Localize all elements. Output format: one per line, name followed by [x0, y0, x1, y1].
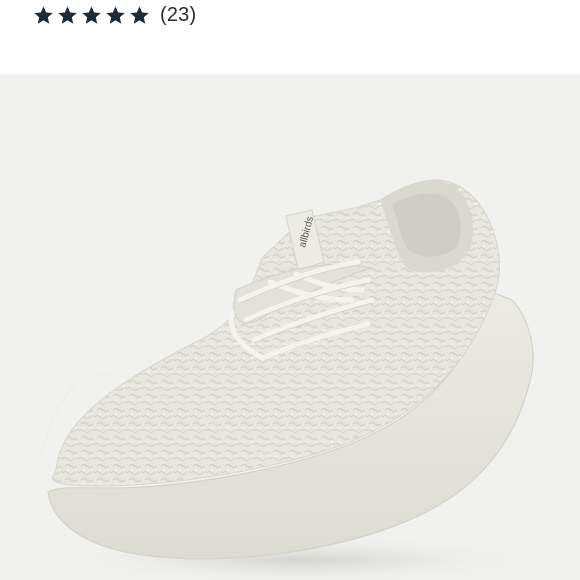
star-icon	[130, 5, 149, 24]
shoe-image: allbirds	[39, 179, 560, 580]
review-count-link[interactable]: (23)	[160, 4, 196, 27]
star-icon	[34, 5, 53, 24]
star-icon	[82, 5, 101, 24]
rating-summary[interactable]: (23)	[33, 2, 196, 28]
product-image[interactable]: allbirds	[0, 74, 580, 580]
product-page: (23) allbirds	[0, 0, 580, 580]
star-rating	[33, 5, 150, 26]
star-icon	[106, 5, 125, 24]
star-icon	[58, 5, 77, 24]
